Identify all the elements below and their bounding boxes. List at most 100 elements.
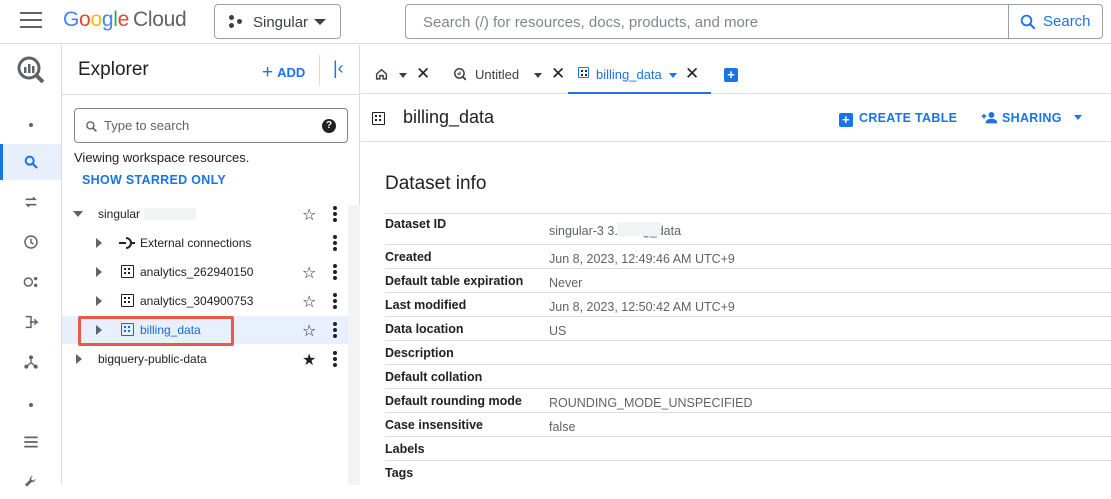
dataset-title: billing_data <box>403 107 495 127</box>
close-tab-icon[interactable]: ✕ <box>685 64 699 84</box>
show-starred-only-button[interactable]: SHOW STARRED ONLY <box>82 173 226 187</box>
expand-arrow-icon[interactable] <box>96 325 102 335</box>
scheduled-queries-icon[interactable] <box>0 225 61 259</box>
create-table-button[interactable]: + CREATE TABLE <box>839 111 957 127</box>
global-search-bar[interactable]: Search (/) for resources, docs, products… <box>405 4 1103 39</box>
left-nav-rail <box>0 45 62 487</box>
tab-home[interactable]: ✕ <box>361 45 441 94</box>
info-row-tags: Tags <box>385 460 1111 484</box>
info-row-data-location: Data location US <box>385 316 1111 340</box>
tree-label: singular <box>98 207 141 221</box>
tab-menu-caret-icon[interactable] <box>399 73 407 78</box>
expand-arrow-icon[interactable] <box>96 238 102 248</box>
wrench-icon[interactable] <box>0 465 61 499</box>
home-icon <box>375 68 388 80</box>
info-row-default-table-expiration: Default table expiration Never <box>385 268 1111 292</box>
expand-arrow-icon[interactable] <box>96 267 102 277</box>
dataset-info-title: Dataset info <box>385 173 487 194</box>
viewing-resources-text: Viewing workspace resources. <box>74 150 250 165</box>
plus-icon: + <box>262 62 274 83</box>
search-input[interactable]: Search (/) for resources, docs, products… <box>423 14 758 31</box>
info-row-created: Created Jun 8, 2023, 12:49:46 AM UTC+9 <box>385 244 1111 268</box>
search-button-label: Search <box>1043 13 1091 30</box>
sharing-button[interactable]: SHARING <box>981 111 1082 125</box>
top-bar: Google Cloud Singular Search (/) for reso… <box>0 0 1111 44</box>
tab-label: Untitled <box>475 67 520 82</box>
info-row-default-collation: Default collation <box>385 364 1111 388</box>
tree-item-analytics-304900753[interactable]: analytics_304900753 ☆ <box>62 287 348 315</box>
tab-menu-caret-icon[interactable] <box>534 73 542 78</box>
more-options-icon[interactable] <box>333 351 337 367</box>
more-options-icon[interactable] <box>333 322 337 338</box>
star-outline-icon[interactable]: ☆ <box>302 321 316 341</box>
more-options-icon[interactable] <box>333 293 337 309</box>
tree-label: analytics_262940150 <box>140 265 254 279</box>
star-filled-icon[interactable]: ★ <box>302 350 316 370</box>
explorer-scrollbar-track[interactable] <box>348 205 360 485</box>
more-options-icon[interactable] <box>333 264 337 280</box>
rail-dot-top <box>0 108 61 142</box>
bigquery-logo-icon[interactable] <box>0 51 61 89</box>
more-options-icon[interactable] <box>333 206 337 222</box>
tree-item-analytics-262940150[interactable]: analytics_262940150 ☆ <box>62 258 348 286</box>
tab-bar: ✕ Untitled ✕ billing_data ✕ + <box>361 45 1111 94</box>
close-tab-icon[interactable]: ✕ <box>551 64 565 84</box>
dataset-header: billing_data + CREATE TABLE SHARING <box>361 95 1111 142</box>
tab-label: billing_data <box>596 67 662 82</box>
star-outline-icon[interactable]: ☆ <box>302 205 316 225</box>
explorer-title: Explorer <box>78 59 149 80</box>
menu-icon[interactable] <box>20 12 42 30</box>
tree-label: bigquery-public-data <box>98 352 207 366</box>
transfers-icon[interactable] <box>0 185 61 219</box>
info-row-case-insensitive: Case insensitive false <box>385 412 1111 436</box>
collapse-arrow-icon[interactable] <box>73 211 83 217</box>
tab-menu-caret-icon[interactable] <box>669 73 677 78</box>
expand-arrow-icon[interactable] <box>76 354 82 364</box>
divider <box>62 94 360 95</box>
redacted-text <box>617 222 661 236</box>
explorer-search-input[interactable]: Type to search <box>104 118 189 133</box>
dataform-icon[interactable] <box>0 305 61 339</box>
list-icon[interactable] <box>0 425 61 459</box>
tree-project-bigquery-public-data[interactable]: bigquery-public-data ★ <box>62 345 348 373</box>
dataset-icon <box>121 265 134 278</box>
caret-down-icon <box>314 19 326 25</box>
project-picker[interactable]: Singular <box>214 4 341 39</box>
search-button[interactable]: Search <box>1008 5 1102 38</box>
query-icon <box>453 67 467 81</box>
explorer-search-field[interactable]: Type to search ? <box>74 108 348 143</box>
dataset-icon <box>121 323 134 336</box>
tab-untitled[interactable]: Untitled ✕ <box>441 45 567 94</box>
collapse-panel-icon[interactable]: |‹ <box>333 58 344 79</box>
analytics-hub-icon[interactable] <box>0 265 61 299</box>
search-icon <box>1020 14 1036 30</box>
tree-project-singular[interactable]: singular ☆ <box>62 200 348 228</box>
dataset-info-table: Dataset ID singular-3 3.billing_data Cre… <box>385 213 1111 484</box>
rail-dot-bottom <box>0 388 61 422</box>
search-icon <box>86 121 97 132</box>
main-content: ✕ Untitled ✕ billing_data ✕ + billing_da… <box>361 45 1111 485</box>
plus-box-icon: + <box>839 113 853 127</box>
star-outline-icon[interactable]: ☆ <box>302 292 316 312</box>
help-icon[interactable]: ? <box>322 119 336 133</box>
info-row-default-rounding-mode: Default rounding mode ROUNDING_MODE_UNSPE… <box>385 388 1111 412</box>
tree-item-external-connections[interactable]: External connections <box>62 229 348 257</box>
partner-center-icon[interactable] <box>0 345 61 379</box>
tab-billing-data[interactable]: billing_data ✕ <box>568 45 711 94</box>
info-row-labels: Labels <box>385 436 1111 460</box>
add-button[interactable]: + ADD <box>262 61 305 83</box>
close-tab-icon[interactable]: ✕ <box>416 64 430 84</box>
divider <box>319 55 320 85</box>
star-outline-icon[interactable]: ☆ <box>302 263 316 283</box>
new-tab-plus-icon[interactable]: + <box>724 68 738 82</box>
tree-item-billing-data[interactable]: billing_data ☆ <box>62 316 348 344</box>
more-options-icon[interactable] <box>333 235 337 251</box>
dataset-icon <box>372 112 385 125</box>
tree-label: analytics_304900753 <box>140 294 254 308</box>
project-icon <box>229 15 243 29</box>
expand-arrow-icon[interactable] <box>96 296 102 306</box>
google-cloud-logo[interactable]: Google Cloud <box>63 8 187 32</box>
project-name: Singular <box>253 14 309 31</box>
rail-search-icon[interactable] <box>0 144 61 180</box>
dataset-icon <box>578 67 589 78</box>
